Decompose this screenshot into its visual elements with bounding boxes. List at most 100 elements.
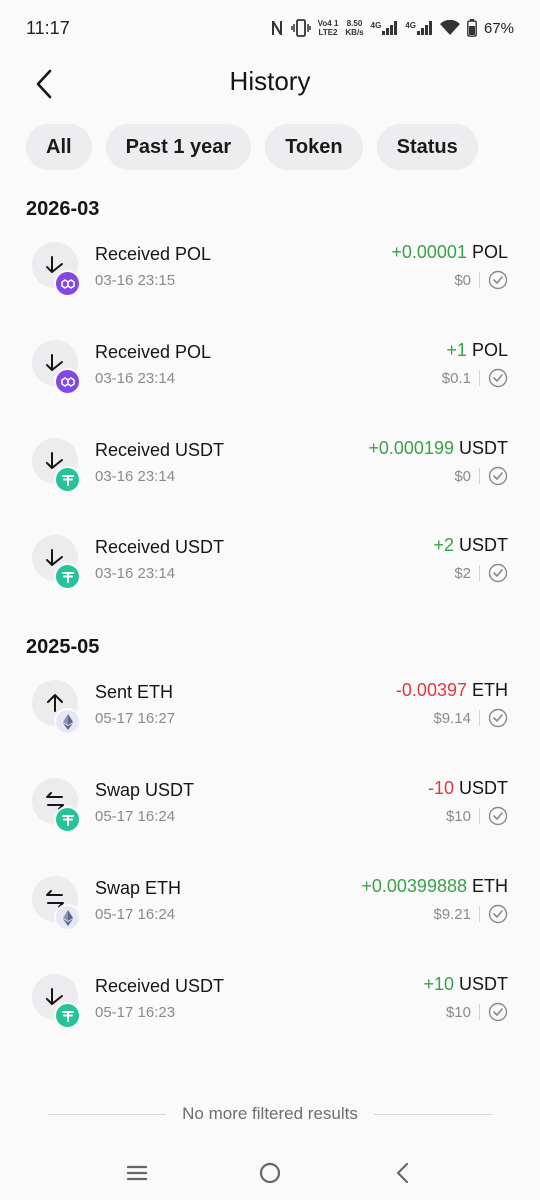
vibrate-icon: [290, 19, 311, 37]
transaction-time: 05-17 16:27: [95, 710, 176, 727]
amount-symbol: ETH: [472, 876, 508, 896]
status-bar: 11:17 Vo4 1 LTE2 8.50 KB/s 4G 4G 67%: [0, 0, 540, 56]
transaction-meta: $10: [446, 806, 508, 826]
transaction-title: Received POL: [95, 244, 212, 264]
system-nav-bar: [0, 1146, 540, 1200]
transaction-time: 05-17 16:24: [95, 906, 176, 923]
transaction-amount: -10 USDT: [428, 778, 508, 799]
success-check-icon: [488, 1002, 508, 1022]
polygon-token-icon: [54, 368, 81, 395]
amount-symbol: ETH: [472, 680, 508, 700]
usd-value: $0: [454, 271, 471, 289]
transaction-row[interactable]: Received USDT 03-16 23:14 +2 USDT $2: [26, 535, 514, 607]
status-time: 11:17: [26, 17, 70, 38]
no-more-results-text: No more filtered results: [182, 1104, 358, 1123]
transaction-time: 03-16 23:15: [95, 272, 176, 289]
amount-value: +0.000199: [368, 438, 454, 458]
transaction-meta: $0.1: [442, 368, 508, 388]
lte-text: LTE2: [318, 28, 338, 37]
usd-value: $0: [454, 467, 471, 485]
system-back-button[interactable]: [383, 1153, 423, 1193]
transaction-time: 03-16 23:14: [95, 370, 176, 387]
transaction-time: 03-16 23:14: [95, 565, 176, 582]
signal-2-label: 4G: [405, 21, 416, 30]
amount-value: -10: [427, 778, 454, 798]
transaction-time: 05-17 16:24: [95, 808, 176, 825]
transaction-row[interactable]: Received POL 03-16 23:15 +0.00001 POL $0: [26, 242, 514, 314]
speed-unit: KB/s: [345, 28, 364, 37]
transaction-amount: -0.00397 ETH: [396, 680, 508, 701]
transaction-row[interactable]: Swap ETH 05-17 16:24 +0.00399888 ETH $9.21: [26, 876, 514, 948]
amount-value: +1: [446, 340, 467, 360]
speed-value: 8.50: [346, 19, 363, 28]
divider: [479, 272, 480, 288]
amount-symbol: USDT: [459, 535, 508, 555]
signal-icon: [416, 21, 432, 35]
filter-all[interactable]: All: [26, 124, 92, 170]
transaction-meta: $2: [454, 563, 508, 583]
usd-value: $9.21: [433, 905, 471, 923]
amount-value: +0.00001: [391, 242, 467, 262]
recents-button[interactable]: [117, 1153, 157, 1193]
transaction-time: 05-17 16:23: [95, 1004, 176, 1021]
tether-token-icon: [54, 466, 81, 493]
divider: [48, 1113, 167, 1115]
amount-value: +10: [423, 974, 454, 994]
wifi-icon: [439, 20, 460, 35]
battery-percent: 67%: [483, 19, 514, 37]
transaction-title: Received USDT: [95, 976, 225, 996]
section-title: 2026-03: [26, 198, 100, 220]
battery-icon: [467, 19, 477, 37]
filter-time-range[interactable]: Past 1 year: [105, 124, 252, 170]
home-circle-icon: [259, 1162, 281, 1184]
transaction-amount: +0.00399888 ETH: [361, 876, 508, 897]
signal-2: 4G: [405, 21, 433, 35]
status-icons: Vo4 1 LTE2 8.50 KB/s 4G 4G 67%: [270, 19, 514, 37]
amount-value: -0.00397: [395, 680, 467, 700]
transaction-time: 03-16 23:14: [95, 468, 176, 485]
divider: [479, 906, 480, 922]
transaction-title: Received USDT: [95, 537, 225, 557]
transaction-amount: +10 USDT: [423, 974, 508, 995]
transaction-amount: +0.000199 USDT: [368, 438, 508, 459]
network-speed: 8.50 KB/s: [345, 19, 363, 37]
success-check-icon: [488, 806, 508, 826]
filter-status[interactable]: Status: [376, 124, 478, 170]
transaction-title: Sent ETH: [95, 682, 174, 702]
transaction-row[interactable]: Sent ETH 05-17 16:27 -0.00397 ETH $9.14: [26, 680, 514, 752]
transaction-row[interactable]: Received POL 03-16 23:14 +1 POL $0.1: [26, 340, 514, 412]
usd-value: $9.14: [433, 709, 471, 727]
divider: [479, 468, 480, 484]
transaction-row[interactable]: Received USDT 05-17 16:23 +10 USDT $10: [26, 974, 514, 1046]
transaction-title: Swap ETH: [95, 878, 182, 898]
transaction-title: Received POL: [95, 342, 212, 362]
home-button[interactable]: [250, 1153, 290, 1193]
transaction-meta: $0: [454, 466, 508, 486]
transaction-row[interactable]: Swap USDT 05-17 16:24 -10 USDT $10: [26, 778, 514, 850]
signal-1-label: 4G: [370, 21, 382, 30]
usd-value: $0.1: [441, 369, 471, 387]
menu-icon: [126, 1165, 147, 1181]
filter-token[interactable]: Token: [265, 124, 363, 170]
divider: [373, 1113, 493, 1115]
success-check-icon: [488, 270, 508, 290]
signal-icon: [382, 21, 398, 35]
transaction-amount: +1 POL: [446, 340, 508, 361]
divider: [479, 1004, 480, 1020]
ethereum-token-icon: [54, 904, 81, 931]
tether-token-icon: [54, 806, 81, 833]
amount-symbol: POL: [471, 340, 508, 360]
transaction-row[interactable]: Received USDT 03-16 23:14 +0.000199 USDT $0: [26, 438, 514, 510]
amount-symbol: USDT: [459, 778, 508, 798]
transaction-title: Received USDT: [95, 440, 225, 460]
divider: [479, 565, 480, 581]
amount-symbol: USDT: [459, 438, 508, 458]
amount-symbol: USDT: [459, 974, 508, 994]
chevron-left-icon: [397, 1162, 409, 1184]
nfc-icon: [271, 21, 282, 35]
volte-text: Vo4 1: [317, 19, 339, 28]
transaction-meta: $9.21: [433, 904, 508, 924]
end-of-list: No more filtered results: [48, 1100, 493, 1128]
amount-symbol: POL: [471, 242, 508, 262]
usd-value: $2: [454, 564, 471, 582]
